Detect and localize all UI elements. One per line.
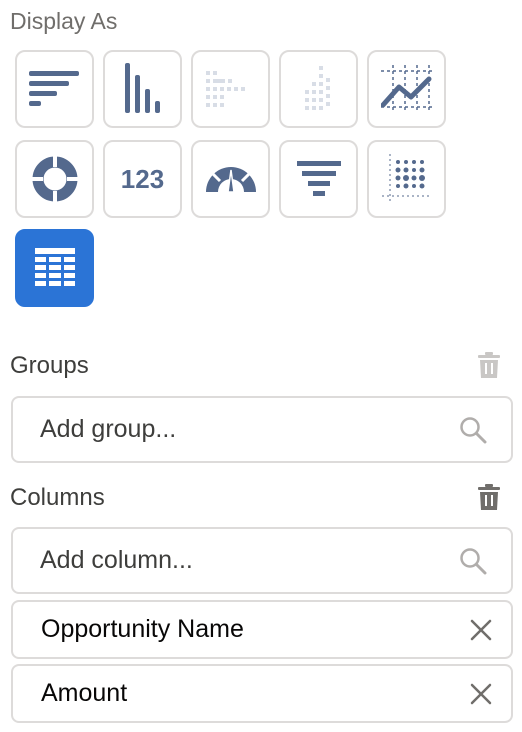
group-field	[11, 396, 513, 463]
trash-icon[interactable]	[478, 352, 500, 378]
column-pill-label: Amount	[41, 679, 128, 707]
add-group-input[interactable]	[38, 414, 418, 445]
chart-type-vertical-bar[interactable]	[103, 50, 182, 128]
chart-type-stacked-vertical-bar[interactable]	[279, 50, 358, 128]
chart-type-donut[interactable]	[15, 140, 94, 218]
column-pill-amount: Amount	[11, 664, 513, 723]
chart-type-horizontal-bar[interactable]	[15, 50, 94, 128]
stacked-horizontal-bar-icon	[205, 71, 245, 107]
chart-type-scatter[interactable]	[367, 140, 446, 218]
horizontal-bar-chart-icon	[28, 71, 79, 106]
chart-type-metric[interactable]: 123	[103, 140, 182, 218]
chart-type-table[interactable]	[15, 229, 94, 307]
line-chart-icon	[380, 65, 433, 113]
scatter-plot-icon	[381, 154, 432, 204]
search-icon	[460, 548, 487, 575]
groups-label: Groups	[10, 352, 89, 379]
close-icon[interactable]	[469, 618, 493, 642]
search-icon	[460, 417, 487, 444]
vertical-bar-chart-icon	[124, 63, 160, 113]
chart-type-gauge[interactable]	[191, 140, 270, 218]
display-as-label: Display As	[10, 8, 118, 34]
chart-type-stacked-horizontal-bar[interactable]	[191, 50, 270, 128]
column-pill-label: Opportunity Name	[41, 615, 244, 643]
chart-type-line[interactable]	[367, 50, 446, 128]
chart-type-funnel[interactable]	[279, 140, 358, 218]
columns-label: Columns	[10, 484, 105, 511]
table-icon	[34, 248, 75, 286]
column-pill-opportunity-name: Opportunity Name	[11, 600, 513, 659]
gauge-icon	[205, 167, 256, 193]
column-field	[11, 527, 513, 594]
metric-icon: 123	[120, 163, 165, 194]
stacked-vertical-bar-icon	[304, 66, 330, 110]
trash-icon[interactable]	[478, 484, 500, 510]
funnel-icon	[296, 161, 341, 196]
close-icon[interactable]	[469, 682, 493, 706]
donut-chart-icon	[31, 156, 78, 202]
add-column-input[interactable]	[38, 545, 418, 576]
